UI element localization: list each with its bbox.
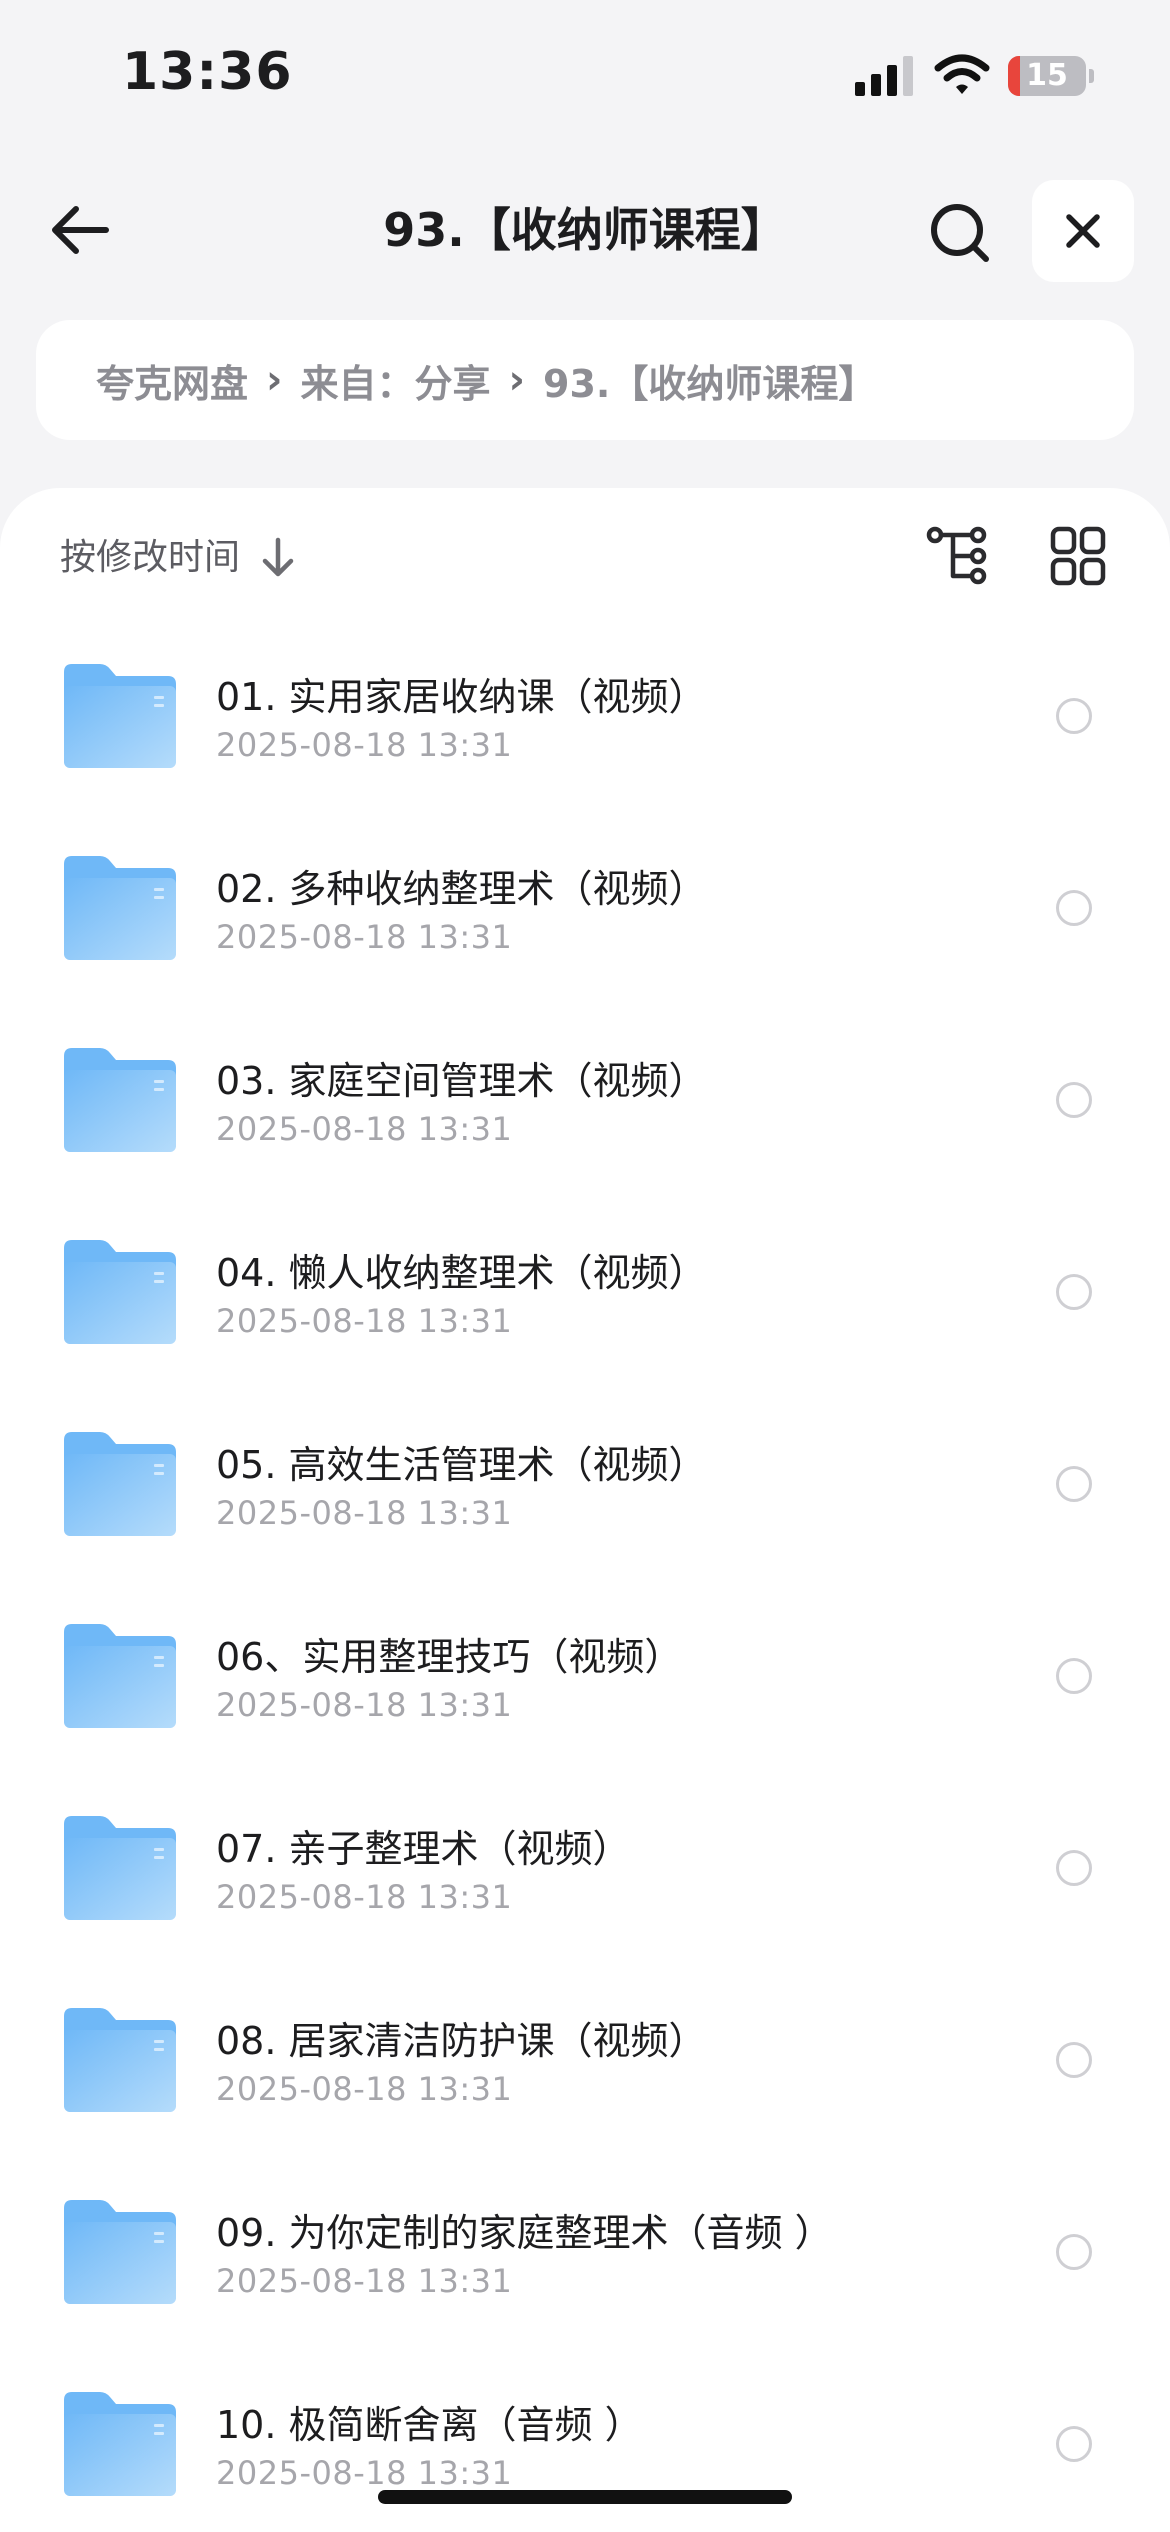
file-date: 2025-08-18 13:31 [216,1110,513,1148]
search-button[interactable] [925,198,995,268]
breadcrumb-item-root[interactable]: 夸克网盘 [96,353,248,408]
list-item[interactable]: 06、实用整理技巧（视频） 2025-08-18 13:31 [0,1588,1170,1780]
select-checkbox[interactable] [1056,1466,1092,1502]
file-name: 02. 多种收纳整理术（视频） [216,867,707,911]
battery-level: 15 [1026,58,1068,93]
file-name: 04. 懒人收纳整理术（视频） [216,1251,707,1295]
back-button[interactable] [44,198,116,262]
breadcrumb-item-share[interactable]: 来自：分享 [301,353,491,408]
file-name: 09. 为你定制的家庭整理术（音频 ） [216,2211,833,2255]
status-time: 13:36 [122,42,293,102]
list-item[interactable]: 05. 高效生活管理术（视频） 2025-08-18 13:31 [0,1396,1170,1588]
file-date: 2025-08-18 13:31 [216,2454,513,2492]
breadcrumb: 夸克网盘 › 来自：分享 › 93.【收纳师课程】 [36,320,1134,440]
file-date: 2025-08-18 13:31 [216,2262,513,2300]
file-name: 08. 居家清洁防护课（视频） [216,2019,707,2063]
navigation-bar: 93.【收纳师课程】 [0,170,1170,290]
file-name: 06、实用整理技巧（视频） [216,1635,683,1679]
file-name: 07. 亲子整理术（视频） [216,1827,631,1871]
select-checkbox[interactable] [1056,2426,1092,2462]
status-bar: 13:36 15 [0,0,1170,150]
sort-toolbar: 按修改时间 [0,488,1170,628]
select-checkbox[interactable] [1056,1082,1092,1118]
file-list-panel: 按修改时间 01. 实用家居收纳课（视频） 2025-08-18 13:31 0… [0,488,1170,2532]
select-checkbox[interactable] [1056,1850,1092,1886]
file-date: 2025-08-18 13:31 [216,1686,513,1724]
list-item[interactable]: 10. 极简断舍离（音频 ） 2025-08-18 13:31 [0,2356,1170,2532]
list-item[interactable]: 08. 居家清洁防护课（视频） 2025-08-18 13:31 [0,1972,1170,2164]
cellular-signal-icon [855,56,913,96]
folder-icon [64,2200,176,2304]
file-date: 2025-08-18 13:31 [216,1878,513,1916]
breadcrumb-item-current: 93.【收纳师课程】 [543,361,877,406]
file-name: 03. 家庭空间管理术（视频） [216,1059,707,1103]
breadcrumb-separator: › [266,357,283,403]
list-item[interactable]: 01. 实用家居收纳课（视频） 2025-08-18 13:31 [0,628,1170,820]
select-checkbox[interactable] [1056,698,1092,734]
file-date: 2025-08-18 13:31 [216,2070,513,2108]
file-name: 01. 实用家居收纳课（视频） [216,675,707,719]
arrow-left-icon [52,206,109,254]
file-date: 2025-08-18 13:31 [216,1494,513,1532]
folder-icon [64,2392,176,2496]
page-title: 93.【收纳师课程】 [383,203,787,257]
folder-icon [64,664,176,768]
list-item[interactable]: 07. 亲子整理术（视频） 2025-08-18 13:31 [0,1780,1170,1972]
file-browser-screen: 13:36 15 93.【收纳师课程】 夸克网盘 › 来自：分享 › 93.【收… [0,0,1170,2532]
folder-icon [64,856,176,960]
arrow-down-icon[interactable] [258,536,298,580]
select-checkbox[interactable] [1056,1274,1092,1310]
close-icon [1066,214,1100,248]
tree-view-icon[interactable] [926,526,992,590]
folder-icon [64,2008,176,2112]
select-checkbox[interactable] [1056,2234,1092,2270]
grid-view-icon[interactable] [1050,526,1106,586]
sort-by-button[interactable]: 按修改时间 [60,528,240,588]
folder-icon [64,1432,176,1536]
wifi-icon [934,54,990,94]
select-checkbox[interactable] [1056,2042,1092,2078]
file-date: 2025-08-18 13:31 [216,726,513,764]
breadcrumb-separator: › [508,357,525,403]
file-name: 05. 高效生活管理术（视频） [216,1443,707,1487]
folder-icon [64,1624,176,1728]
list-item[interactable]: 09. 为你定制的家庭整理术（音频 ） 2025-08-18 13:31 [0,2164,1170,2356]
folder-icon [64,1048,176,1152]
close-button[interactable] [1032,180,1134,282]
list-item[interactable]: 03. 家庭空间管理术（视频） 2025-08-18 13:31 [0,1012,1170,1204]
battery-icon: 15 [1008,56,1094,96]
file-date: 2025-08-18 13:31 [216,918,513,956]
folder-icon [64,1240,176,1344]
search-icon [931,204,989,262]
list-item[interactable]: 02. 多种收纳整理术（视频） 2025-08-18 13:31 [0,820,1170,1012]
file-name: 10. 极简断舍离（音频 ） [216,2403,643,2447]
folder-icon [64,1816,176,1920]
select-checkbox[interactable] [1056,890,1092,926]
file-date: 2025-08-18 13:31 [216,1302,513,1340]
home-indicator [378,2490,792,2504]
list-item[interactable]: 04. 懒人收纳整理术（视频） 2025-08-18 13:31 [0,1204,1170,1396]
select-checkbox[interactable] [1056,1658,1092,1694]
file-list: 01. 实用家居收纳课（视频） 2025-08-18 13:31 02. 多种收… [0,628,1170,2532]
